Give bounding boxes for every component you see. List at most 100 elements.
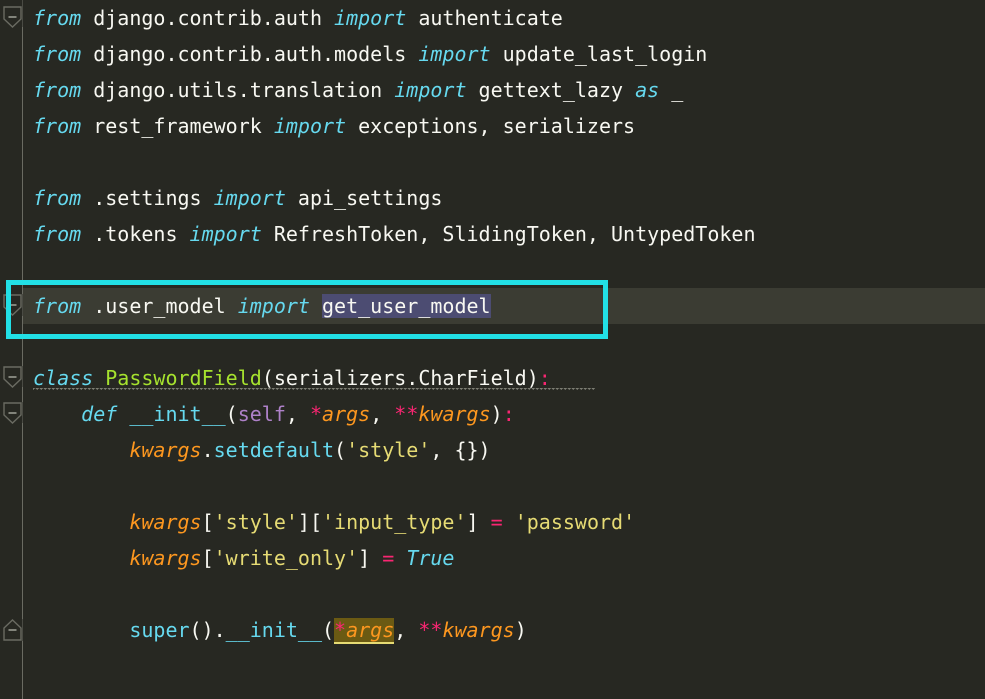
code-token: ** — [394, 402, 419, 426]
code-token: [ — [201, 510, 214, 534]
code-token: ] — [466, 510, 491, 534]
code-token: 'write_only' — [213, 546, 359, 570]
code-token: rest_framework — [81, 114, 274, 138]
code-line[interactable]: from django.utils.translation import get… — [33, 72, 683, 108]
code-token: : — [538, 366, 551, 390]
code-token: ] — [358, 546, 383, 570]
code-token: (serializers.CharField) — [261, 366, 539, 390]
code-token: , {}) — [430, 438, 491, 462]
code-token: import — [418, 42, 491, 66]
code-line[interactable]: from .settings import api_settings — [33, 180, 442, 216]
code-line[interactable]: kwargs['style']['input_type'] = 'passwor… — [33, 504, 635, 540]
code-token: class — [33, 366, 94, 390]
code-token: exceptions, serializers — [346, 114, 636, 138]
fold-region-thread — [22, 387, 23, 402]
code-token: from — [33, 114, 82, 138]
code-token: args — [322, 402, 371, 426]
code-line[interactable]: kwargs['write_only'] = True — [33, 540, 454, 576]
code-token: .tokens — [81, 222, 190, 246]
code-line[interactable]: kwargs.setdefault('style', {}) — [33, 432, 491, 468]
code-token: import — [237, 294, 310, 318]
code-token: [ — [201, 546, 214, 570]
code-token: as — [635, 78, 660, 102]
code-token: . — [201, 438, 214, 462]
code-token: import — [334, 6, 407, 30]
fold-region-thread — [22, 27, 23, 294]
code-token: , — [370, 402, 395, 426]
code-token: PasswordField — [105, 366, 262, 390]
code-line[interactable]: def __init__(self, *args, **kwargs): — [33, 396, 515, 432]
code-token: from — [33, 78, 82, 102]
code-token: * — [309, 402, 323, 426]
fold-marker-line-11-icon[interactable] — [3, 402, 22, 424]
code-token: import — [189, 222, 262, 246]
code-token: True — [406, 546, 455, 570]
code-line[interactable]: from django.contrib.auth import authenti… — [33, 0, 563, 36]
code-text-layer[interactable]: from django.contrib.auth import authenti… — [0, 0, 985, 699]
code-token: ( — [334, 438, 347, 462]
code-token: 'style' — [213, 510, 298, 534]
code-token: import — [394, 78, 467, 102]
code-token: ** — [418, 618, 443, 642]
code-token: django.utils.translation — [81, 78, 395, 102]
code-token: 'style' — [346, 438, 431, 462]
code-token: setdefault — [213, 438, 335, 462]
code-token: from — [33, 42, 82, 66]
code-token: 'password' — [514, 510, 636, 534]
fold-region-thread — [22, 316, 23, 366]
code-token: from — [33, 294, 82, 318]
code-line[interactable]: from .tokens import RefreshToken, Slidin… — [33, 216, 755, 252]
code-token: , — [285, 402, 310, 426]
code-editor-viewport[interactable]: from django.contrib.auth import authenti… — [0, 0, 985, 699]
code-token: get_user_model — [322, 294, 491, 318]
code-token: import — [273, 114, 347, 138]
code-token: from — [33, 186, 82, 210]
fold-region-thread — [22, 423, 23, 619]
fold-marker-line-8-icon[interactable] — [3, 294, 22, 316]
code-token: super — [129, 618, 190, 642]
code-token: _ — [659, 78, 684, 102]
code-token: * — [334, 618, 347, 644]
code-token: from — [33, 6, 82, 30]
code-token: ( — [322, 618, 335, 642]
code-token: __init__ — [129, 402, 226, 426]
code-line[interactable]: from .user_model import get_user_model — [33, 288, 491, 324]
code-token: kwargs — [442, 618, 515, 642]
fold-marker-line-10-icon[interactable] — [3, 366, 22, 388]
code-token: authenticate — [406, 6, 563, 30]
code-token: kwargs — [129, 546, 202, 570]
code-token: import — [213, 186, 286, 210]
code-token: = — [490, 510, 503, 534]
code-token: api_settings — [285, 186, 443, 210]
code-token: __init__ — [225, 618, 322, 642]
code-line[interactable]: from django.contrib.auth.models import u… — [33, 36, 707, 72]
code-token: django.contrib.auth.models — [81, 42, 419, 66]
code-token: 'input_type' — [322, 510, 467, 534]
code-token: ) — [490, 402, 503, 426]
code-token: .settings — [81, 186, 214, 210]
code-token: args — [346, 618, 395, 644]
code-token: from — [33, 222, 82, 246]
warning-squiggle-underline — [33, 388, 595, 392]
code-token: kwargs — [129, 438, 202, 462]
code-line[interactable]: super().__init__(*args, **kwargs) — [33, 612, 527, 648]
editor-gutter[interactable] — [0, 0, 23, 699]
fold-region-thread — [22, 641, 23, 699]
fold-marker-line-0-icon[interactable] — [3, 6, 22, 28]
code-token: update_last_login — [490, 42, 708, 66]
code-token: kwargs — [418, 402, 491, 426]
code-token: ) — [514, 618, 527, 642]
fold-marker-block-end-icon[interactable] — [3, 619, 22, 641]
code-token: .user_model — [81, 294, 238, 318]
code-line[interactable]: from rest_framework import exceptions, s… — [33, 108, 635, 144]
